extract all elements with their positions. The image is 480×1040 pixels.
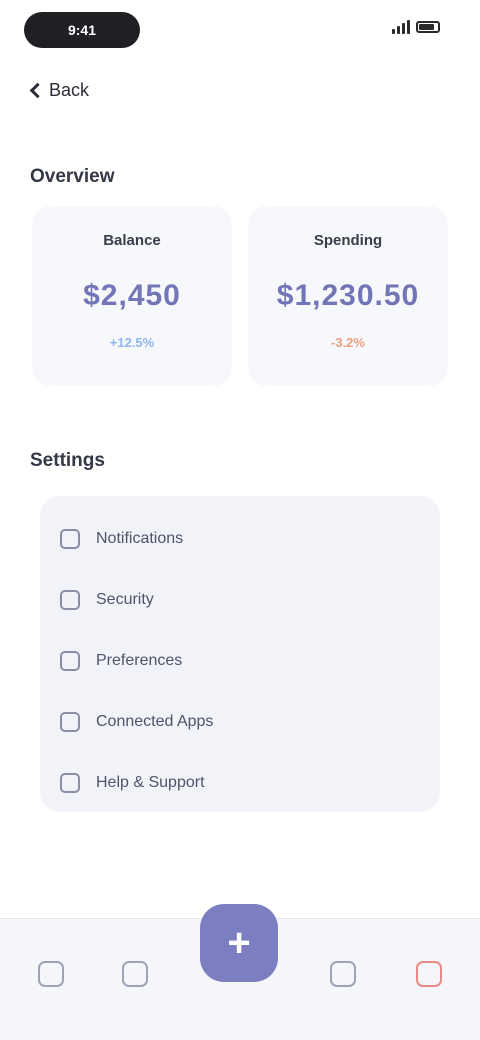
- overview-title: Overview: [30, 166, 115, 187]
- tab-home[interactable]: [26, 949, 76, 999]
- help-icon: [60, 772, 80, 793]
- settings-item-notifications[interactable]: Notifications: [60, 508, 420, 569]
- settings-list: Notifications Security Preferences Conne…: [40, 496, 440, 812]
- tab-alert[interactable]: [404, 949, 454, 999]
- settings-item-label: Notifications: [96, 529, 184, 547]
- signal-icon: [392, 20, 410, 34]
- battery-icon: [416, 21, 440, 33]
- overview-cards: Balance $2,450 +12.5% Spending $1,230.50…: [32, 206, 448, 386]
- add-icon: +: [227, 921, 251, 965]
- back-label: Back: [49, 80, 90, 100]
- apps-icon: [60, 711, 80, 732]
- shield-icon: [60, 589, 80, 610]
- back-button[interactable]: Back: [28, 80, 89, 101]
- settings-item-label: Security: [96, 590, 154, 608]
- add-button[interactable]: +: [200, 904, 278, 982]
- chevron-left-icon: [29, 82, 46, 99]
- spending-card[interactable]: Spending $1,230.50 -3.2%: [248, 206, 448, 386]
- settings-item-label: Help & Support: [96, 773, 205, 791]
- status-bar: 9:41: [0, 0, 480, 60]
- bell-icon: [60, 528, 80, 549]
- balance-card[interactable]: Balance $2,450 +12.5%: [32, 206, 232, 386]
- wallet-icon: [330, 961, 356, 987]
- chart-icon: [122, 961, 148, 987]
- status-time: 9:41: [67, 22, 97, 38]
- spending-value: $1,230.50: [276, 279, 420, 312]
- settings-item-security[interactable]: Security: [60, 569, 420, 630]
- alert-icon: [416, 961, 442, 987]
- tab-wallet[interactable]: [318, 949, 368, 999]
- status-time-pill: 9:41: [24, 12, 140, 48]
- spending-label: Spending: [313, 232, 383, 249]
- settings-item-connected-apps[interactable]: Connected Apps: [60, 691, 420, 752]
- settings-item-label: Preferences: [96, 651, 183, 669]
- settings-title: Settings: [30, 450, 105, 471]
- home-icon: [38, 961, 64, 987]
- balance-delta: +12.5%: [109, 335, 155, 350]
- settings-item-preferences[interactable]: Preferences: [60, 630, 420, 691]
- settings-item-help[interactable]: Help & Support: [60, 752, 420, 813]
- spending-delta: -3.2%: [331, 335, 365, 350]
- balance-value: $2,450: [83, 279, 181, 312]
- settings-item-label: Connected Apps: [96, 712, 214, 730]
- status-indicators: [392, 20, 440, 34]
- balance-label: Balance: [103, 232, 161, 249]
- tab-chart[interactable]: [110, 949, 160, 999]
- sliders-icon: [60, 650, 80, 671]
